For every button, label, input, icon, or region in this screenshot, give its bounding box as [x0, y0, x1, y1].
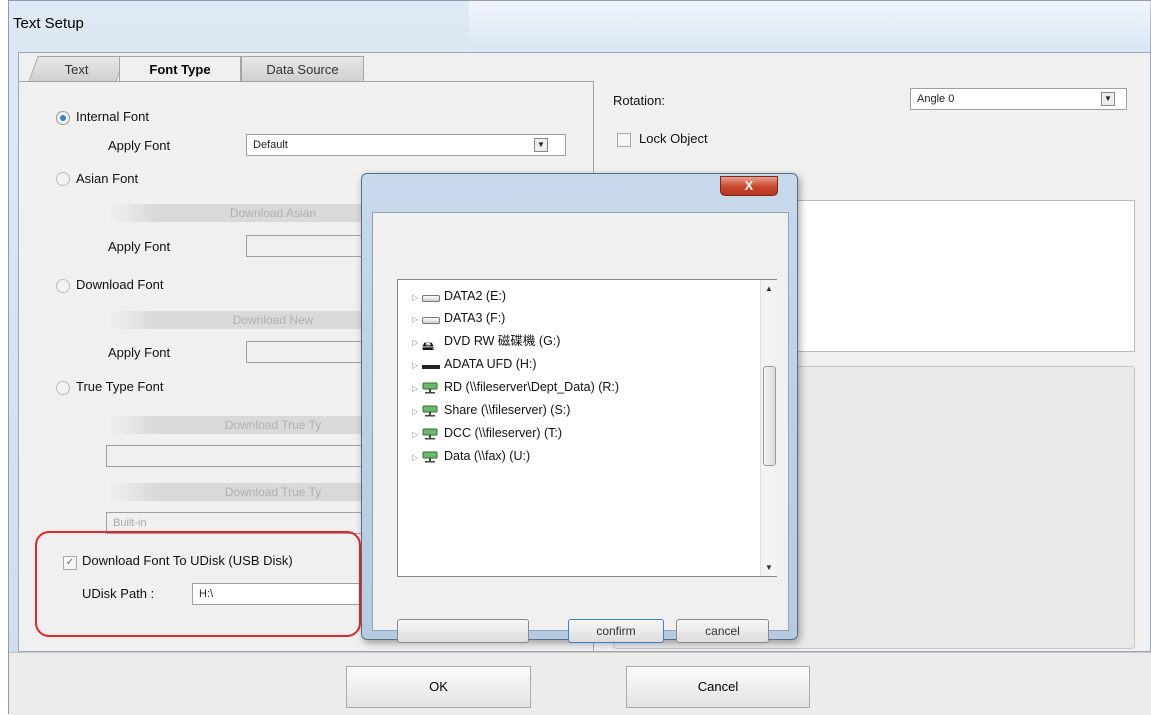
tree-item-label: DATA2 (E:)	[444, 289, 507, 303]
dialog-body: ▷ DATA2 (E:) ▷ DATA3 (F:) ▷ 🖴 DVD RW 磁碟機 (G:…	[372, 212, 789, 643]
tree-item-label: Share (\\fileserver) (S:)	[444, 403, 571, 417]
apply-font-label: Apply Font	[108, 138, 171, 153]
network-drive-icon	[422, 451, 438, 463]
rotation-label: Rotation:	[613, 93, 666, 108]
tree-item-drive-t[interactable]: ▷ DCC (\\fileserver) (T:)	[412, 423, 562, 443]
rotation-select[interactable]: Angle 0 ▼	[910, 88, 1127, 110]
tree-item-label: DVD RW 磁碟機 (G:)	[444, 334, 561, 348]
dvd-icon: 🖴	[422, 338, 435, 353]
scroll-up-icon[interactable]: ▲	[761, 280, 777, 297]
lock-object-label: Lock Object	[639, 131, 708, 146]
tree-item-label: ADATA UFD (H:)	[444, 357, 537, 371]
tree-item-label: DCC (\\fileserver) (T:)	[444, 426, 563, 440]
tree-item-drive-u[interactable]: ▷ Data (\\fax) (U:)	[412, 446, 530, 466]
cancel-button[interactable]: Cancel	[626, 666, 810, 708]
tree-item-drive-g[interactable]: ▷ 🖴 DVD RW 磁碟機 (G:)	[412, 331, 561, 353]
chevron-down-icon[interactable]: ▼	[534, 138, 548, 152]
scroll-down-icon[interactable]: ▼	[761, 559, 777, 576]
internal-font-radio[interactable]	[56, 111, 70, 125]
expand-icon[interactable]: ▷	[412, 402, 422, 422]
udisk-highlight-annotation	[35, 531, 361, 637]
expand-icon[interactable]: ▷	[412, 288, 422, 308]
scroll-thumb[interactable]	[763, 366, 776, 466]
tree-item-drive-h[interactable]: ▷ ADATA UFD (H:)	[412, 354, 537, 374]
browse-folder-dialog: X ▷ DATA2 (E:) ▷ DATA3 (F:) ▷ 🖴 DVD RW 磁碟機 (…	[361, 173, 798, 643]
tree-item-label: DATA3 (F:)	[444, 311, 506, 325]
tab-text[interactable]: Text	[28, 56, 126, 82]
network-drive-icon	[422, 382, 438, 394]
folder-field-button[interactable]	[397, 619, 529, 643]
expand-icon[interactable]: ▷	[412, 425, 422, 445]
tree-item-label: RD (\\fileserver\Dept_Data) (R:)	[444, 380, 620, 394]
asian-apply-font-label: Apply Font	[108, 239, 171, 254]
chevron-down-icon[interactable]: ▼	[1101, 92, 1115, 106]
network-drive-icon	[422, 428, 438, 440]
title-bar-glass	[469, 1, 1151, 53]
asian-font-radio[interactable]	[56, 172, 70, 186]
built-in-value: Built-in	[113, 517, 147, 529]
tree-item-label: Data (\\fax) (U:)	[444, 449, 531, 463]
expand-icon[interactable]: ▷	[412, 310, 422, 330]
lock-object-checkbox[interactable]	[617, 133, 631, 147]
drive-icon	[422, 294, 440, 302]
download-apply-font-label: Apply Font	[108, 345, 171, 360]
true-type-font-radio[interactable]	[56, 381, 70, 395]
rotation-value: Angle 0	[917, 93, 955, 105]
download-font-label: Download Font	[76, 277, 164, 292]
usb-drive-icon	[422, 364, 440, 369]
asian-font-label: Asian Font	[76, 171, 139, 186]
close-button[interactable]: X	[720, 176, 778, 196]
download-font-radio[interactable]	[56, 279, 70, 293]
expand-icon[interactable]: ▷	[412, 333, 422, 353]
window-title: Text Setup	[13, 15, 84, 32]
drive-tree[interactable]: ▷ DATA2 (E:) ▷ DATA3 (F:) ▷ 🖴 DVD RW 磁碟機 (G:…	[397, 279, 777, 577]
tree-scrollbar[interactable]: ▲ ▼	[760, 280, 777, 576]
drive-icon	[422, 316, 440, 324]
expand-icon[interactable]: ▷	[412, 379, 422, 399]
tab-data-source[interactable]: Data Source	[241, 56, 364, 82]
network-drive-icon	[422, 405, 438, 417]
expand-icon[interactable]: ▷	[412, 356, 422, 376]
tree-item-drive-e[interactable]: ▷ DATA2 (E:)	[412, 286, 506, 306]
true-type-font-field[interactable]	[106, 445, 396, 467]
expand-icon[interactable]: ▷	[412, 448, 422, 468]
tree-item-drive-r[interactable]: ▷ RD (\\fileserver\Dept_Data) (R:)	[412, 377, 619, 397]
tree-item-drive-f[interactable]: ▷ DATA3 (F:)	[412, 308, 505, 328]
tree-item-drive-s[interactable]: ▷ Share (\\fileserver) (S:)	[412, 400, 570, 420]
tab-font-type[interactable]: Font Type	[119, 56, 241, 82]
footer-bar: OK Cancel	[9, 652, 1151, 715]
confirm-button[interactable]: confirm	[568, 619, 664, 643]
ok-button[interactable]: OK	[346, 666, 531, 708]
internal-apply-font-select[interactable]: Default ▼	[246, 134, 566, 156]
true-type-font-label: True Type Font	[76, 379, 164, 394]
dialog-cancel-button[interactable]: cancel	[676, 619, 769, 643]
internal-font-label: Internal Font	[76, 109, 149, 124]
internal-apply-font-value: Default	[253, 139, 288, 151]
